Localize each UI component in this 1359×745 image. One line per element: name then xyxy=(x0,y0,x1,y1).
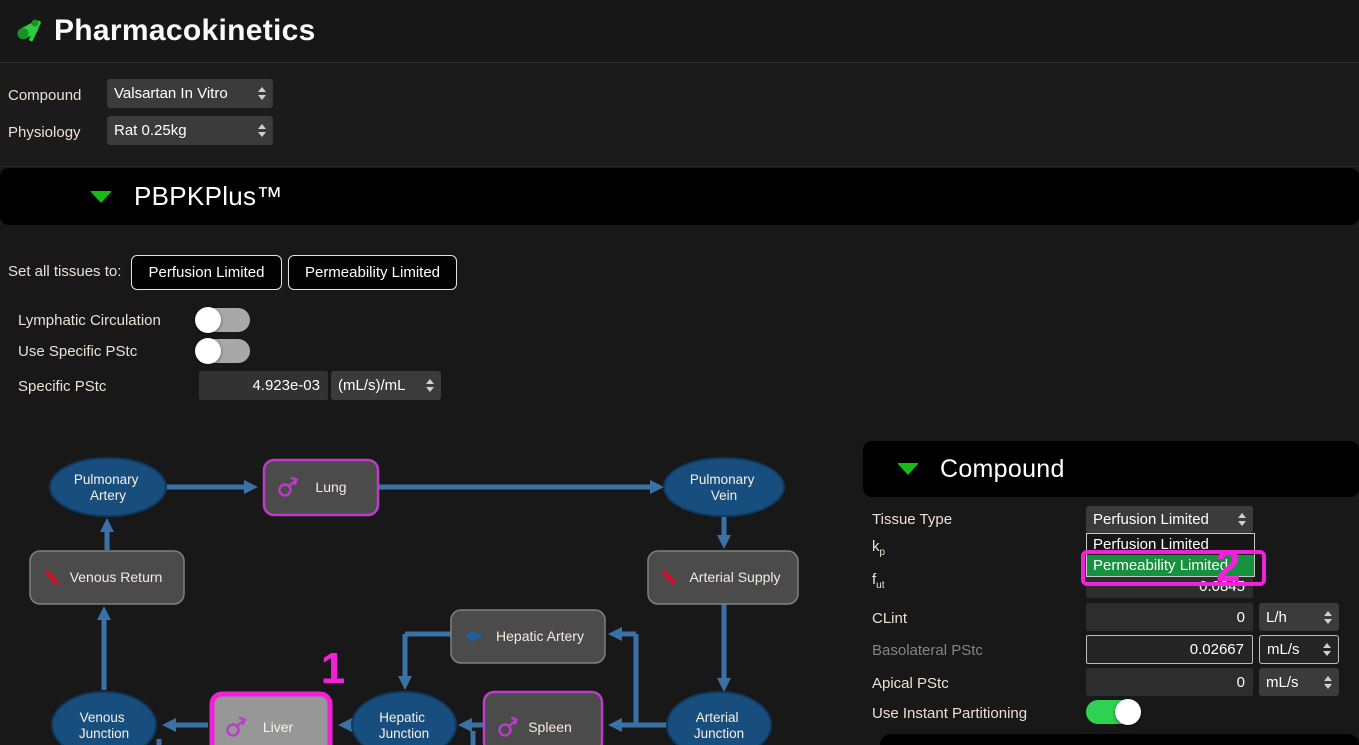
svg-text:Venous Junction: Venous Junction xyxy=(79,710,129,741)
fut-label: fut xyxy=(872,571,885,591)
annotation-1: 1 xyxy=(321,644,345,693)
clint-unit-select[interactable]: L/h xyxy=(1259,603,1339,631)
node-venous-return[interactable]: Venous Return xyxy=(30,551,184,604)
compound-panel-title: Compound xyxy=(940,455,1065,484)
compound-select-value: Valsartan In Vitro xyxy=(114,85,228,102)
next-section-bar xyxy=(880,734,1359,745)
tissue-type-label: Tissue Type xyxy=(872,511,952,528)
compound-label: Compound xyxy=(8,87,81,104)
specific-pstc-label: Specific PStc xyxy=(18,378,106,395)
svg-text:Spleen: Spleen xyxy=(528,719,572,735)
page-title: Pharmacokinetics xyxy=(54,14,316,48)
specific-pstc-unit-value: (mL/s)/mL xyxy=(338,377,406,394)
node-liver[interactable]: Liver xyxy=(212,694,330,745)
physiology-select[interactable]: Rat 0.25kg xyxy=(107,116,273,145)
node-venous-junction[interactable]: Venous Junction xyxy=(52,692,156,745)
specific-pstc-unit-select[interactable]: (mL/s)/mL xyxy=(331,371,441,400)
node-hepatic-junction[interactable]: Hepatic Junction xyxy=(352,692,456,745)
basolateral-unit-value: mL/s xyxy=(1267,641,1300,658)
use-instant-partitioning-label: Use Instant Partitioning xyxy=(872,705,1027,722)
svg-text:Hepatic Artery: Hepatic Artery xyxy=(496,628,584,644)
pbpkplus-title: PBPKPlus™ xyxy=(134,181,283,212)
apical-unit-value: mL/s xyxy=(1266,674,1299,691)
physiology-label: Physiology xyxy=(8,124,81,141)
svg-text:Arterial Junction: Arterial Junction xyxy=(694,710,744,741)
pharmacokinetics-window: Pharmacokinetics Compound Valsartan In V… xyxy=(0,0,1359,745)
tissue-type-select[interactable]: Perfusion Limited xyxy=(1086,506,1253,533)
compound-select[interactable]: Valsartan In Vitro xyxy=(107,79,273,108)
spinner-icon xyxy=(1324,611,1332,624)
annotation-2: 2 xyxy=(1216,542,1240,592)
node-arterial-supply[interactable]: Arterial Supply xyxy=(648,551,798,604)
svg-text:Lung: Lung xyxy=(315,479,346,495)
kp-label: kp xyxy=(872,538,885,558)
physiology-select-value: Rat 0.25kg xyxy=(114,122,187,139)
basolateral-pstc-input[interactable]: 0.02667 xyxy=(1086,635,1253,664)
node-arterial-junction[interactable]: Arterial Junction xyxy=(667,692,771,745)
tissue-type-select-value: Perfusion Limited xyxy=(1093,511,1209,528)
svg-text:Liver: Liver xyxy=(263,719,294,735)
set-all-tissues-label: Set all tissues to: xyxy=(8,263,121,280)
lymphatic-circulation-label: Lymphatic Circulation xyxy=(18,312,161,329)
toggle-knob xyxy=(195,338,221,364)
node-lung[interactable]: Lung xyxy=(264,460,378,515)
collapse-triangle-icon[interactable] xyxy=(90,191,112,203)
apical-pstc-label: Apical PStc xyxy=(872,675,949,692)
specific-pstc-input[interactable]: 4.923e-03 xyxy=(199,371,328,400)
pbpkplus-section-bar: PBPKPlus™ xyxy=(0,168,1359,225)
svg-text:Arterial Supply: Arterial Supply xyxy=(689,569,780,585)
spinner-icon xyxy=(426,379,434,392)
use-specific-pstc-toggle[interactable] xyxy=(196,339,250,363)
apical-unit-select[interactable]: mL/s xyxy=(1259,668,1339,696)
basolateral-unit-select[interactable]: mL/s xyxy=(1259,635,1339,664)
clint-label: CLint xyxy=(872,610,907,627)
perfusion-limited-button[interactable]: Perfusion Limited xyxy=(131,255,282,290)
permeability-limited-button[interactable]: Permeability Limited xyxy=(288,255,457,290)
svg-text:Hepatic Junction: Hepatic Junction xyxy=(379,710,429,741)
spinner-icon xyxy=(1238,513,1246,526)
clint-unit-value: L/h xyxy=(1266,609,1287,626)
node-spleen[interactable]: Spleen xyxy=(484,692,602,745)
pills-icon xyxy=(14,16,44,46)
compound-section-bar: Compound xyxy=(863,441,1359,497)
node-pulmonary-vein[interactable]: Pulmonary Vein xyxy=(664,458,784,516)
toggle-knob xyxy=(1115,699,1141,725)
collapse-triangle-icon[interactable] xyxy=(897,463,919,475)
lymphatic-circulation-toggle[interactable] xyxy=(196,308,250,332)
svg-text:Venous Return: Venous Return xyxy=(70,569,163,585)
spinner-icon xyxy=(1323,643,1331,656)
spinner-icon xyxy=(258,124,266,137)
selector-section: Compound Valsartan In Vitro Physiology R… xyxy=(0,63,1359,167)
basolateral-pstc-label: Basolateral PStc xyxy=(872,642,983,659)
use-specific-pstc-label: Use Specific PStc xyxy=(18,343,137,360)
apical-pstc-input[interactable]: 0 xyxy=(1086,668,1253,696)
node-pulmonary-artery[interactable]: Pulmonary Artery xyxy=(50,458,166,516)
spinner-icon xyxy=(258,87,266,100)
clint-input[interactable]: 0 xyxy=(1086,603,1253,631)
pbpk-diagram: Pulmonary Artery Pulmonary Vein Venous J… xyxy=(0,430,860,745)
app-header: Pharmacokinetics xyxy=(0,0,1359,63)
use-instant-partitioning-toggle[interactable] xyxy=(1086,700,1140,724)
spinner-icon xyxy=(1324,676,1332,689)
toggle-knob xyxy=(195,307,221,333)
node-hepatic-artery[interactable]: Hepatic Artery xyxy=(451,610,605,663)
